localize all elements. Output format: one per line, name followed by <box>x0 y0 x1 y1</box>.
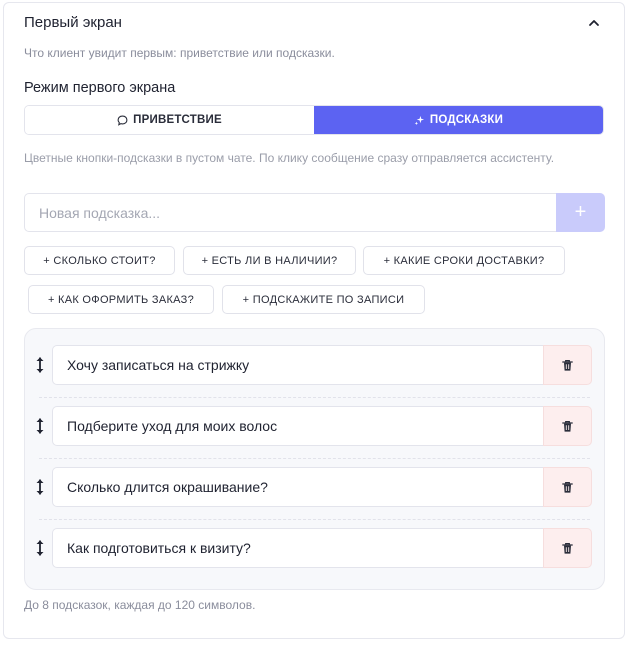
delete-hint-button[interactable] <box>543 406 592 446</box>
list-item: Сколько длится окрашивание? <box>25 467 604 507</box>
delete-hint-button[interactable] <box>543 528 592 568</box>
list-item: Как подготовиться к визиту? <box>25 528 604 568</box>
divider <box>39 519 590 520</box>
mode-option-hints[interactable]: ПОДСКАЗКИ <box>314 106 603 134</box>
hint-text-field[interactable]: Сколько длится окрашивание? <box>52 467 543 507</box>
mode-option-hints-label: ПОДСКАЗКИ <box>429 114 504 126</box>
hints-list: Хочу записаться на стрижку Подберите ухо… <box>24 328 605 590</box>
trash-icon <box>562 542 573 554</box>
preset-chip[interactable]: + КАКИЕ СРОКИ ДОСТАВКИ? <box>363 246 565 275</box>
hints-limit-note: До 8 подсказок, каждая до 120 символов. <box>24 598 256 612</box>
hint-text-field[interactable]: Хочу записаться на стрижку <box>52 345 543 385</box>
panel-title: Первый экран <box>24 14 122 31</box>
preset-chip[interactable]: + КАК ОФОРМИТЬ ЗАКАЗ? <box>28 285 214 314</box>
trash-icon <box>562 420 573 432</box>
hint-text-field[interactable]: Как подготовиться к визиту? <box>52 528 543 568</box>
drag-handle-icon[interactable] <box>33 539 47 557</box>
trash-icon <box>562 359 573 371</box>
delete-hint-button[interactable] <box>543 345 592 385</box>
mode-option-greeting-label: ПРИВЕТСТВИЕ <box>133 114 222 126</box>
add-hint-button[interactable]: + <box>556 193 605 232</box>
drag-handle-icon[interactable] <box>33 417 47 435</box>
drag-handle-icon[interactable] <box>33 356 47 374</box>
divider <box>39 397 590 398</box>
mode-segmented-control: ПРИВЕТСТВИЕ ПОДСКАЗКИ <box>24 105 604 135</box>
preset-chip[interactable]: + ПОДСКАЖИТЕ ПО ЗАПИСИ <box>222 285 425 314</box>
hint-text-field[interactable]: Подберите уход для моих волос <box>52 406 543 446</box>
chat-bubble-icon <box>117 115 128 126</box>
divider <box>39 458 590 459</box>
hints-description: Цветные кнопки-подсказки в пустом чате. … <box>24 151 555 165</box>
sparkles-icon <box>414 115 424 125</box>
trash-icon <box>562 481 573 493</box>
list-item: Подберите уход для моих волос <box>25 406 604 446</box>
first-screen-panel: Первый экран Что клиент увидит первым: п… <box>3 2 625 639</box>
panel-subtitle: Что клиент увидит первым: приветствие ил… <box>24 46 335 60</box>
delete-hint-button[interactable] <box>543 467 592 507</box>
preset-chip[interactable]: + СКОЛЬКО СТОИТ? <box>24 246 175 275</box>
chevron-up-icon[interactable] <box>587 16 601 30</box>
preset-chip[interactable]: + ЕСТЬ ЛИ В НАЛИЧИИ? <box>183 246 356 275</box>
drag-handle-icon[interactable] <box>33 478 47 496</box>
list-item: Хочу записаться на стрижку <box>25 345 604 385</box>
mode-label: Режим первого экрана <box>24 80 176 96</box>
mode-option-greeting[interactable]: ПРИВЕТСТВИЕ <box>25 106 314 134</box>
new-hint-input[interactable] <box>24 193 556 232</box>
